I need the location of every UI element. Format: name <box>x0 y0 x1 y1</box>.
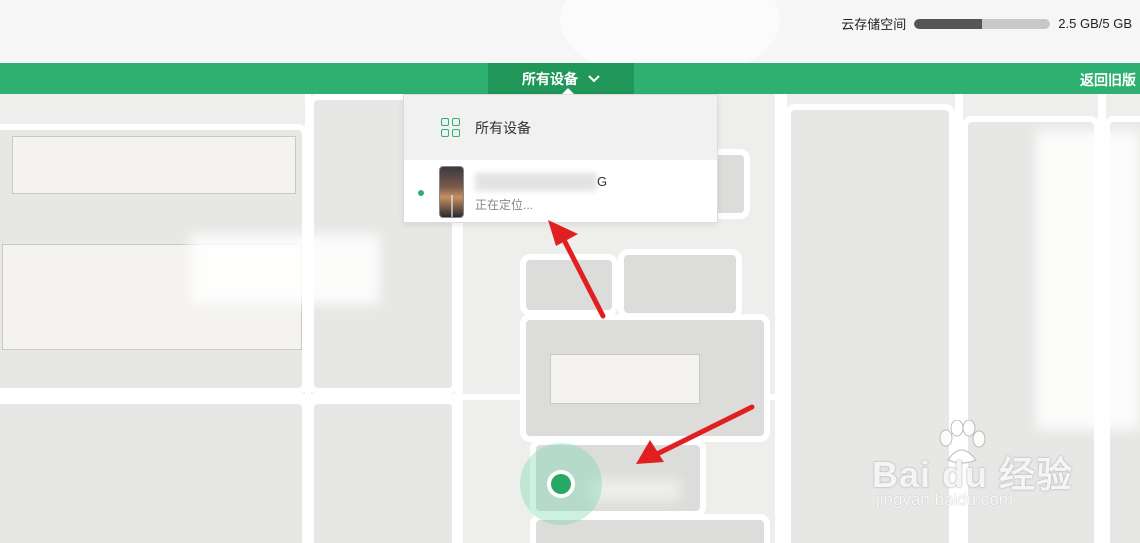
map-label-redacted <box>190 234 380 304</box>
device-selector-label: 所有设备 <box>522 70 578 87</box>
device-selector[interactable]: 所有设备 <box>488 63 634 94</box>
storage-label: 云存储空间 <box>841 17 907 32</box>
storage-progress-fill <box>914 18 983 29</box>
map-building <box>12 136 296 194</box>
map-label-redacted <box>1036 130 1140 430</box>
location-marker[interactable] <box>551 474 571 494</box>
chevron-down-icon <box>588 74 600 82</box>
phone-thumbnail <box>439 166 464 218</box>
online-status-dot <box>418 190 424 196</box>
map-block <box>520 254 618 316</box>
back-to-old-version-link[interactable]: 返回旧版 <box>1080 70 1136 90</box>
baidu-watermark: Bai du 经验 jingyan.baidu.com <box>872 420 1082 520</box>
device-name: G <box>597 174 608 189</box>
map-block <box>0 398 308 543</box>
storage-progress-bar <box>914 18 1051 29</box>
watermark-url: jingyan.baidu.com <box>876 490 1014 509</box>
device-dropdown: 所有设备 G 正在定位... <box>403 94 718 223</box>
dropdown-item-all-devices[interactable]: 所有设备 <box>404 95 717 160</box>
top-header: 云存储空间 2.5 GB/5 GB <box>0 0 1140 80</box>
grid-icon <box>441 117 461 138</box>
storage-value: 2.5 GB/5 GB <box>1058 16 1132 31</box>
device-name-redacted <box>475 173 597 191</box>
all-devices-label: 所有设备 <box>475 119 531 136</box>
map-block <box>308 398 458 543</box>
storage-usage: 云存储空间 2.5 GB/5 GB <box>841 14 1132 33</box>
device-status: 正在定位... <box>475 198 534 212</box>
map-building <box>550 354 700 404</box>
map-block <box>618 249 742 319</box>
map-label-redacted <box>590 479 680 501</box>
dropdown-item-device[interactable]: G 正在定位... <box>404 160 717 223</box>
